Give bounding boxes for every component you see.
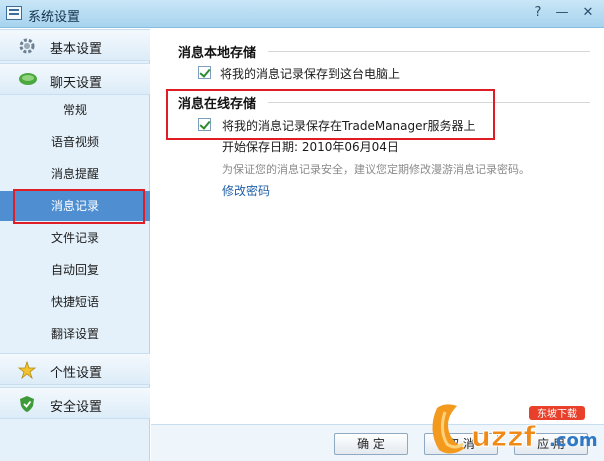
- shield-icon: [18, 395, 36, 413]
- sidebar-item-security[interactable]: 安全设置: [0, 387, 150, 419]
- window-title: 系统设置: [28, 10, 81, 25]
- sidebar-subitem-file-history[interactable]: 文件记录: [0, 223, 150, 253]
- chat-bubble-icon: [18, 71, 37, 89]
- change-password-link[interactable]: 修改密码: [222, 182, 270, 199]
- highlight-box-sidebar: [13, 189, 145, 224]
- local-storage-checkbox-label[interactable]: 将我的消息记录保存到这台电脑上: [220, 65, 400, 82]
- sidebar-item-basic[interactable]: 基本设置: [0, 29, 150, 61]
- watermark-suffix: .com: [549, 430, 598, 451]
- sidebar-subitem-message-alert[interactable]: 消息提醒: [0, 159, 150, 189]
- watermark-brand: uzzf: [471, 420, 537, 453]
- watermark-tag: 东坡下载: [537, 407, 577, 420]
- sidebar-subitem-general[interactable]: 常规: [0, 95, 150, 125]
- pencil-star-icon: [17, 360, 37, 380]
- help-icon[interactable]: ?: [528, 4, 548, 22]
- section-divider: [268, 51, 590, 52]
- sidebar-subitem-auto-reply[interactable]: 自动回复: [0, 255, 150, 285]
- settings-sidebar: 基本设置 聊天设置 常规 语音视频 消息提醒 消息记录 文件记录 自动回复 快捷…: [0, 29, 150, 461]
- close-button[interactable]: ✕: [578, 4, 598, 22]
- title-bar: 系统设置 ? — ✕: [0, 0, 604, 28]
- sidebar-item-personal[interactable]: 个性设置: [0, 353, 150, 385]
- sidebar-subitem-translation[interactable]: 翻译设置: [0, 319, 150, 349]
- highlight-box-online-storage: [166, 89, 495, 140]
- uzzf-watermark-logo: 东坡下载 uzzf .com: [432, 404, 598, 454]
- ok-button[interactable]: 确 定: [334, 433, 408, 455]
- sidebar-item-label: 基本设置: [50, 42, 103, 57]
- local-storage-checkbox[interactable]: [198, 66, 211, 79]
- sidebar-item-label: 聊天设置: [50, 76, 103, 91]
- sidebar-subitem-voice-video[interactable]: 语音视频: [0, 127, 150, 157]
- minimize-button[interactable]: —: [552, 4, 572, 22]
- sidebar-item-chat[interactable]: 聊天设置: [0, 63, 150, 95]
- sidebar-subitem-quick-phrases[interactable]: 快捷短语: [0, 287, 150, 317]
- sidebar-item-label: 个性设置: [50, 366, 103, 381]
- password-hint-text: 为保证您的消息记录安全，建议您定期修改漫游消息记录密码。: [222, 163, 530, 176]
- gear-icon: [18, 37, 36, 55]
- window-icon: [6, 6, 22, 20]
- section-title-local-storage: 消息本地存储: [178, 46, 257, 61]
- sidebar-item-label: 安全设置: [50, 400, 103, 415]
- start-save-date: 开始保存日期: 2010年06月04日: [222, 140, 399, 154]
